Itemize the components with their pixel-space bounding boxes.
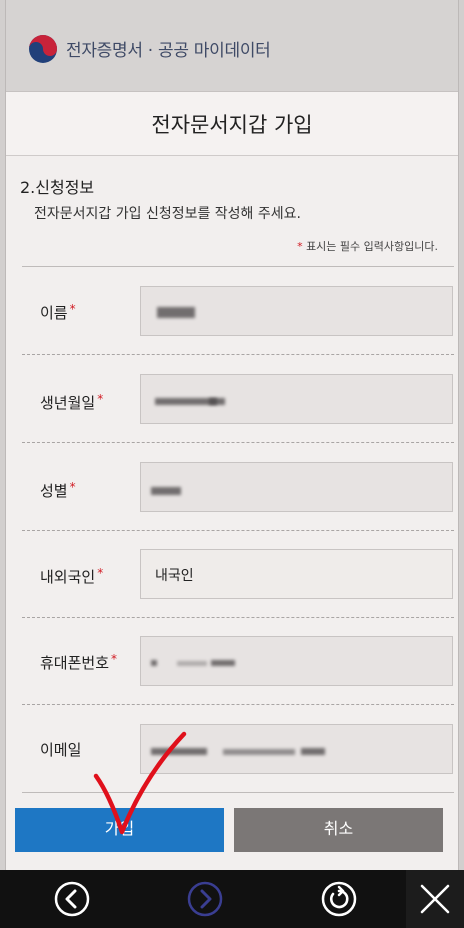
form-top-border	[22, 266, 454, 267]
name-label-text: 이름	[40, 304, 68, 322]
required-note: * 표시는 필수 입력사항입니다.	[297, 238, 438, 254]
row-divider	[22, 704, 454, 705]
gender-label-text: 성별	[40, 482, 68, 500]
birthdate-redacted-2	[209, 398, 225, 405]
gender-label: 성별 *	[40, 480, 76, 501]
email-input[interactable]	[140, 724, 453, 774]
birthdate-label-text: 생년월일	[40, 394, 96, 412]
row-divider	[22, 442, 454, 443]
name-required-star: *	[69, 302, 76, 316]
gender-redacted	[151, 487, 181, 495]
chevron-right-icon[interactable]	[186, 880, 224, 918]
nationality-required-star: *	[97, 566, 104, 580]
nationality-input[interactable]: 내국인	[140, 549, 453, 599]
required-star: *	[297, 240, 303, 253]
email-label-text: 이메일	[40, 741, 82, 759]
join-button[interactable]: 가입	[15, 808, 224, 852]
required-note-text: 표시는 필수 입력사항입니다.	[306, 240, 438, 253]
brand-header: 전자증명서 · 공공 마이데이터	[6, 0, 458, 92]
cancel-button[interactable]: 취소	[234, 808, 443, 852]
phone-redacted-3	[211, 660, 235, 666]
close-icon	[420, 884, 450, 914]
name-redacted	[157, 307, 195, 318]
gender-required-star: *	[69, 480, 76, 494]
phone-label-text: 휴대폰번호	[40, 654, 110, 672]
email-redacted-2	[223, 749, 295, 755]
email-label: 이메일	[40, 739, 83, 760]
birthdate-label: 생년월일 *	[40, 392, 103, 413]
phone-required-star: *	[111, 652, 118, 666]
nationality-value: 내국인	[155, 568, 194, 584]
page-title: 전자문서지갑 가입	[151, 113, 313, 137]
gender-input[interactable]	[140, 462, 453, 512]
birthdate-redacted-1	[155, 398, 217, 405]
nationality-label: 내외국인 *	[40, 566, 103, 587]
name-label: 이름 *	[40, 302, 76, 323]
email-redacted-3	[301, 748, 325, 755]
row-divider	[22, 530, 454, 531]
brand-title: 전자증명서 · 공공 마이데이터	[66, 41, 271, 61]
title-bar: 전자문서지갑 가입	[6, 92, 458, 156]
close-button[interactable]	[406, 870, 464, 928]
birthdate-input[interactable]	[140, 374, 453, 424]
app-frame: 전자증명서 · 공공 마이데이터 전자문서지갑 가입 2.신청정보 전자문서지갑…	[5, 0, 459, 870]
refresh-icon[interactable]	[320, 880, 358, 918]
section-description: 전자문서지갑 가입 신청정보를 작성해 주세요.	[34, 206, 301, 222]
birthdate-required-star: *	[97, 392, 104, 406]
form-bottom-border	[22, 792, 454, 793]
name-input[interactable]	[140, 286, 453, 336]
nationality-label-text: 내외국인	[40, 568, 96, 586]
taegeuk-logo-icon	[29, 35, 57, 63]
phone-input[interactable]	[140, 636, 453, 686]
phone-redacted-1	[151, 660, 157, 666]
phone-redacted-2	[177, 661, 207, 666]
row-divider	[22, 617, 454, 618]
email-redacted-1	[151, 748, 207, 755]
chevron-left-icon[interactable]	[53, 880, 91, 918]
phone-label: 휴대폰번호 *	[40, 652, 117, 673]
row-divider	[22, 354, 454, 355]
bottom-nav-bar	[0, 870, 464, 928]
section-title: 2.신청정보	[20, 178, 95, 197]
